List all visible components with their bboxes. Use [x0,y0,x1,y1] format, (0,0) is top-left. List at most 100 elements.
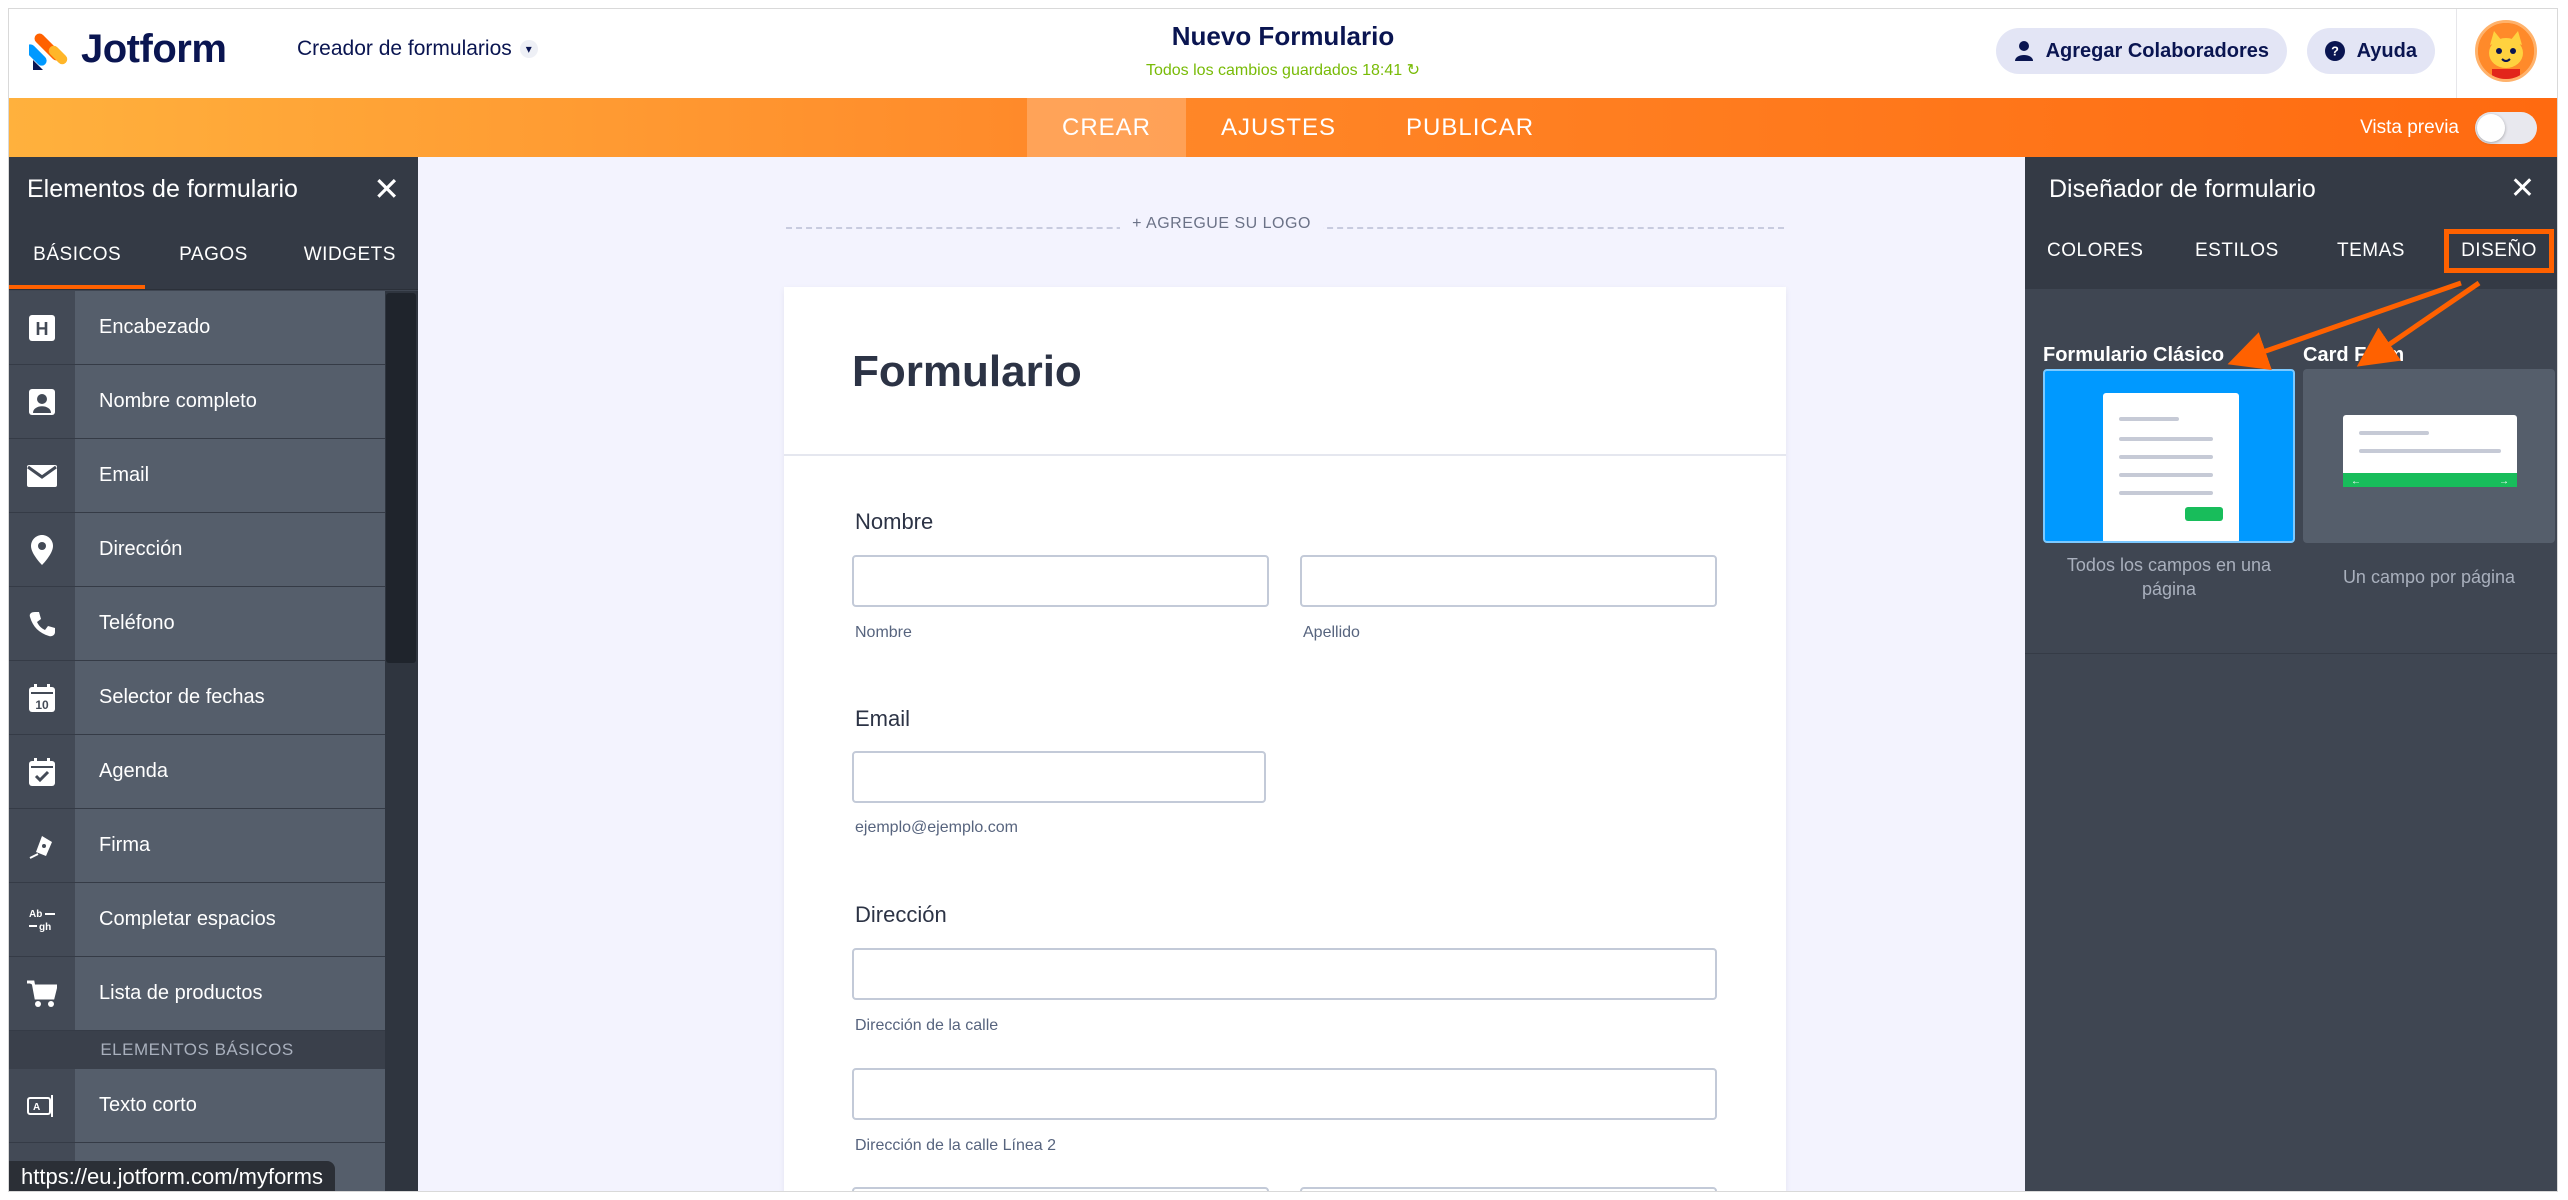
tab-colores[interactable]: COLORES [2047,229,2143,273]
form-title[interactable]: Formulario [852,347,1082,397]
refresh-icon: ↻ [1406,62,1421,79]
add-collaborators-label: Agregar Colaboradores [2045,39,2269,62]
heading-icon: H [9,291,75,364]
tab-estilos[interactable]: ESTILOS [2195,229,2279,273]
layout-section: Formulario Clásico Todos los campos en u… [2025,289,2557,654]
tab-temas[interactable]: TEMAS [2337,229,2405,273]
form-canvas: + AGREGUE SU LOGO Formulario Nombre Nomb… [418,157,2025,1191]
element-firma[interactable]: Firma [9,809,385,883]
add-collaborators-button[interactable]: Agregar Colaboradores [1995,28,2287,74]
element-selector-fechas[interactable]: 10 Selector de fechas [9,661,385,735]
card-form-preview-icon: ← → [2343,415,2517,487]
element-nombre-completo[interactable]: Nombre completo [9,365,385,439]
form-elements-list: H Encabezado Nombre completo Email Direc… [9,291,385,1191]
state-input[interactable] [1300,1187,1717,1191]
tab-crear[interactable]: CREAR [1027,98,1187,157]
form-elements-panel: Elementos de formulario ✕ BÁSICOS PAGOS … [9,157,418,1191]
add-logo-area: + AGREGUE SU LOGO [418,215,2025,233]
builder-nav: CREAR AJUSTES PUBLICAR Vista previa [9,98,2557,157]
layout-caption-classic: Todos los campos en una página [2066,555,2272,599]
form-elements-header: Elementos de formulario ✕ [9,157,418,221]
calendar-check-icon [9,735,75,808]
form-header[interactable]: Formulario [784,287,1786,456]
tab-widgets[interactable]: WIDGETS [282,221,418,289]
nav-tabs: CREAR AJUSTES PUBLICAR [1027,98,1569,157]
element-direccion[interactable]: Dirección [9,513,385,587]
field-label-nombre: Nombre [855,509,934,534]
element-label: Firma [99,834,151,856]
toggle-knob [2477,114,2505,142]
element-label: Nombre completo [99,390,257,412]
saved-status-text: Todos los cambios guardados 18:41 [1145,62,1403,79]
element-label: Completar espacios [99,908,276,930]
form-designer-title: Diseñador de formulario [2049,174,2316,203]
help-label: Ayuda [2356,39,2417,62]
street-address-sublabel: Dirección de la calle [855,1017,999,1034]
element-label: Teléfono [99,612,175,634]
svg-text:gh: gh [39,922,51,933]
email-sublabel: ejemplo@ejemplo.com [855,819,1018,836]
help-icon: ? [2324,41,2345,61]
form-elements-tabs: BÁSICOS PAGOS WIDGETS [9,221,418,290]
tab-publicar[interactable]: PUBLICAR [1371,98,1569,157]
email-input[interactable] [852,751,1266,803]
add-logo-button[interactable]: + AGREGUE SU LOGO [1120,215,1323,232]
layout-option-card[interactable]: ← → [2303,369,2555,543]
last-name-sublabel: Apellido [1303,624,1360,641]
element-label: Agenda [99,760,168,782]
element-completar-espacios[interactable]: Ab gh Completar espacios [9,883,385,957]
element-telefono[interactable]: Teléfono [9,587,385,661]
tab-basicos[interactable]: BÁSICOS [9,221,146,289]
element-label: Dirección [99,538,183,560]
street-address-line2-input[interactable] [852,1068,1717,1120]
tab-pagos[interactable]: PAGOS [145,221,281,289]
map-pin-icon [9,513,75,586]
svg-text:?: ? [2331,44,2339,59]
layout-option-classic[interactable] [2043,369,2295,543]
street-address-line2-sublabel: Dirección de la calle Línea 2 [855,1137,1057,1154]
form-elements-title: Elementos de formulario [27,174,298,203]
pen-icon [9,809,75,882]
first-name-sublabel: Nombre [855,624,912,641]
svg-text:A: A [33,1102,40,1113]
divider [2456,9,2457,98]
scrollbar-thumb[interactable] [386,293,416,663]
first-name-input[interactable] [852,555,1269,607]
element-agenda[interactable]: Agenda [9,735,385,809]
preview-toggle[interactable] [2475,112,2537,144]
person-icon [9,365,75,438]
help-button[interactable]: ? Ayuda [2306,28,2435,74]
calendar-date-icon: 10 [9,661,75,734]
element-label: Selector de fechas [99,686,265,708]
form-designer-tabs: COLORES ESTILOS TEMAS DISEÑO [2025,221,2557,289]
preview-toggle-group: Vista previa [2360,112,2537,144]
layout-caption-card: Un campo por página [2342,567,2516,587]
city-input[interactable] [852,1187,1269,1191]
phone-icon [9,587,75,660]
last-name-input[interactable] [1300,555,1717,607]
svg-text:←: ← [2351,476,2361,487]
svg-text:H: H [36,319,49,339]
street-address-input[interactable] [852,948,1717,1000]
close-icon[interactable]: ✕ [373,173,400,205]
short-text-icon: A [9,1069,75,1142]
user-avatar[interactable] [2475,20,2537,82]
close-icon[interactable]: ✕ [2510,174,2535,204]
element-encabezado[interactable]: H Encabezado [9,291,385,365]
element-lista-productos[interactable]: Lista de productos [9,957,385,1031]
element-email[interactable]: Email [9,439,385,513]
elements-scrollbar[interactable] [385,291,418,1191]
element-texto-corto[interactable]: A Texto corto [9,1069,385,1143]
avatar-cat-icon [2478,23,2534,79]
field-label-direccion: Dirección [855,902,947,927]
preview-label: Vista previa [2360,117,2459,138]
tab-diseno[interactable]: DISEÑO [2444,229,2554,273]
cart-icon [9,957,75,1030]
form-card: Formulario Nombre Nombre Apellido Email … [784,287,1786,1191]
form-designer-panel: Diseñador de formulario ✕ COLORES ESTILO… [2025,157,2557,1191]
svg-text:10: 10 [35,698,49,712]
tab-ajustes[interactable]: AJUSTES [1186,98,1371,157]
element-label: Lista de productos [99,982,263,1004]
svg-text:Ab: Ab [29,909,42,920]
element-label: Email [99,464,150,486]
